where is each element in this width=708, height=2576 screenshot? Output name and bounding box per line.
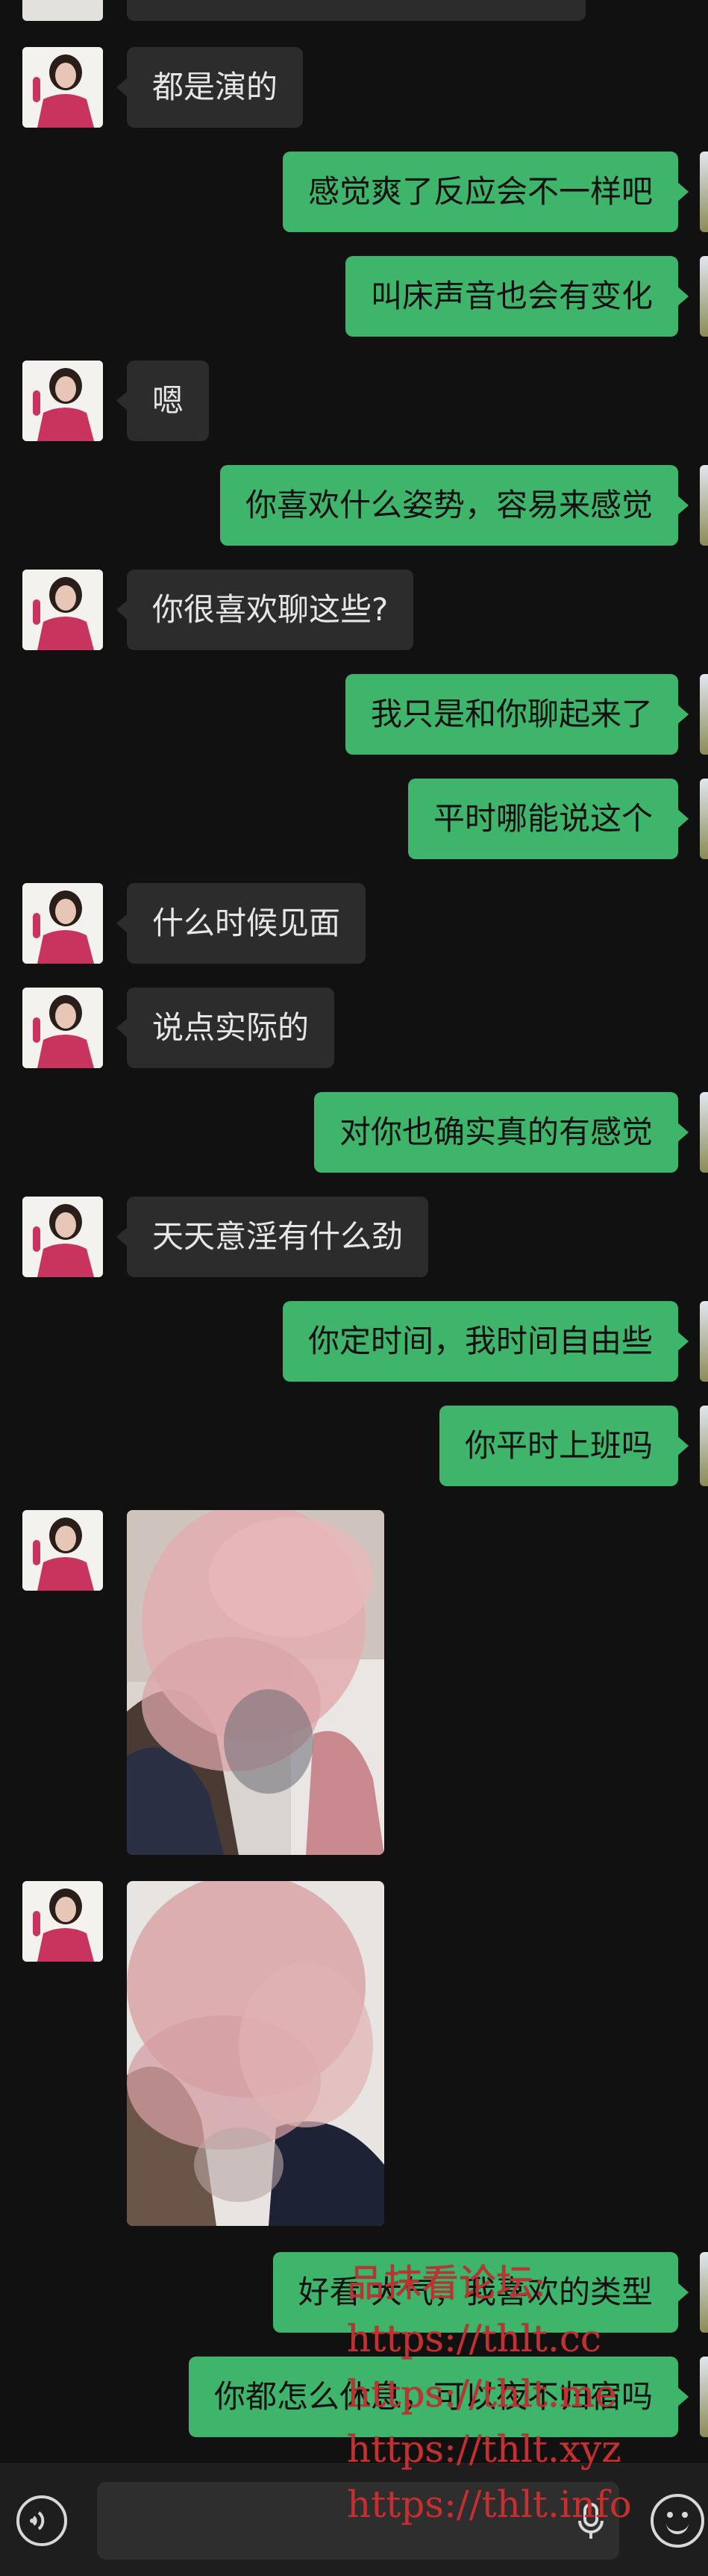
message-bubble-incoming[interactable]: 嗯 — [116, 361, 210, 441]
censored-photo-icon — [127, 1510, 384, 1855]
message-row-outgoing: 我只是和你聊起来了 — [0, 674, 708, 755]
message-row-incoming: 天天意淫有什么劲 — [0, 1197, 708, 1277]
message-row-incoming: 嗯 — [0, 361, 708, 441]
message-bubble-incoming[interactable]: 说点实际的 — [116, 988, 335, 1068]
self-avatar[interactable] — [700, 152, 708, 232]
avatar-portrait-icon — [22, 47, 103, 128]
contact-avatar[interactable] — [22, 361, 103, 441]
contact-avatar[interactable] — [22, 1881, 103, 1962]
voice-toggle-icon[interactable] — [16, 2495, 67, 2546]
emoji-mouth — [666, 2519, 689, 2534]
message-bubble-outgoing[interactable]: 好看 大气，我喜欢的类型 — [272, 2252, 689, 2333]
message-row-outgoing: 感觉爽了反应会不一样吧 — [0, 152, 708, 232]
message-row-outgoing: 对你也确实真的有感觉 — [0, 1092, 708, 1173]
self-avatar[interactable] — [700, 465, 708, 546]
self-avatar[interactable] — [700, 1092, 708, 1173]
avatar-portrait-icon — [22, 1881, 103, 1962]
self-avatar[interactable] — [700, 2252, 708, 2333]
message-row-outgoing: 叫床声音也会有变化 — [0, 256, 708, 337]
censored-photo-icon — [127, 1881, 384, 2226]
message-bubble-incoming[interactable]: 都是演的 — [116, 47, 304, 128]
message-row-incoming: 你很喜欢聊这些? — [0, 570, 708, 650]
avatar-portrait-icon — [22, 883, 103, 964]
message-bubble-outgoing[interactable]: 感觉爽了反应会不一样吧 — [282, 152, 689, 232]
contact-avatar[interactable] — [22, 1510, 103, 1591]
message-row-outgoing: 你平时上班吗 — [0, 1406, 708, 1486]
contact-avatar[interactable] — [22, 570, 103, 650]
message-input[interactable] — [97, 2482, 619, 2560]
message-bubble-outgoing[interactable]: 对你也确实真的有感觉 — [313, 1092, 689, 1173]
self-avatar[interactable] — [700, 1406, 708, 1486]
emoji-icon[interactable] — [651, 2494, 704, 2548]
message-bubble-incoming[interactable] — [127, 0, 586, 21]
message-row-incoming: 都是演的 — [0, 47, 708, 128]
self-avatar[interactable] — [700, 1301, 708, 1382]
message-row-incoming: 什么时候见面 — [0, 883, 708, 964]
contact-avatar[interactable] — [22, 883, 103, 964]
self-avatar[interactable] — [700, 779, 708, 859]
self-avatar[interactable] — [700, 2357, 708, 2437]
message-bubble-outgoing[interactable]: 你喜欢什么姿势，容易来感觉 — [219, 465, 689, 546]
avatar-portrait-icon — [22, 1197, 103, 1277]
photo-message-image[interactable] — [127, 1510, 384, 1855]
chat-input-bar — [0, 2463, 708, 2576]
message-row-outgoing: 你都怎么休息，可以夜不归宿吗 — [0, 2357, 708, 2437]
avatar-portrait-icon — [22, 361, 103, 441]
message-bubble-outgoing[interactable]: 我只是和你聊起来了 — [345, 674, 689, 755]
chat-message-list[interactable]: 都是演的 感觉爽了反应会不一样吧 叫床声音也会有变化 嗯 你喜欢什么姿势，容易来… — [0, 0, 708, 2463]
message-bubble-outgoing[interactable]: 你都怎么休息，可以夜不归宿吗 — [188, 2357, 689, 2437]
message-bubble-incoming[interactable]: 什么时候见面 — [116, 883, 366, 964]
message-row-incoming: 说点实际的 — [0, 988, 708, 1068]
self-avatar[interactable] — [700, 256, 708, 337]
message-bubble-outgoing[interactable]: 平时哪能说这个 — [407, 779, 689, 859]
sound-wave-icon — [30, 2511, 45, 2530]
contact-avatar[interactable] — [22, 1197, 103, 1277]
message-row-outgoing: 好看 大气，我喜欢的类型 — [0, 2252, 708, 2333]
message-row-incoming-photo — [0, 1510, 708, 1855]
avatar-portrait-icon — [22, 570, 103, 650]
message-bubble-outgoing[interactable]: 叫床声音也会有变化 — [345, 256, 689, 337]
contact-avatar[interactable] — [22, 0, 103, 21]
message-bubble-outgoing[interactable]: 你平时上班吗 — [439, 1406, 689, 1486]
message-row-incoming-photo — [0, 1881, 708, 2226]
message-row-outgoing: 你喜欢什么姿势，容易来感觉 — [0, 465, 708, 546]
contact-avatar[interactable] — [22, 988, 103, 1068]
contact-avatar[interactable] — [22, 47, 103, 128]
microphone-icon[interactable] — [576, 2503, 606, 2540]
message-bubble-incoming[interactable]: 你很喜欢聊这些? — [116, 570, 414, 650]
message-row-outgoing: 平时哪能说这个 — [0, 779, 708, 859]
avatar-portrait-icon — [22, 988, 103, 1068]
message-bubble-outgoing[interactable]: 你定时间，我时间自由些 — [282, 1301, 689, 1382]
avatar-portrait-icon — [22, 1510, 103, 1591]
message-bubble-incoming[interactable]: 天天意淫有什么劲 — [116, 1197, 429, 1277]
photo-message-image[interactable] — [127, 1881, 384, 2226]
message-row-outgoing: 你定时间，我时间自由些 — [0, 1301, 708, 1382]
self-avatar[interactable] — [700, 674, 708, 755]
